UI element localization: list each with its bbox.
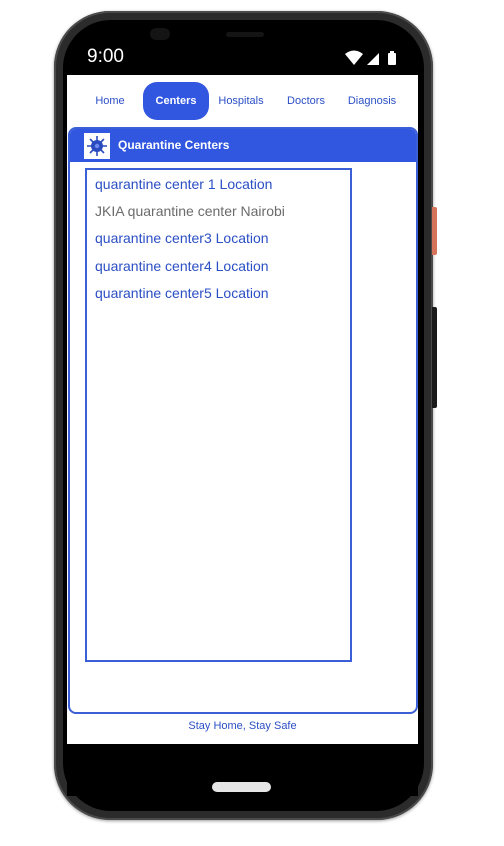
tab-centers[interactable]: Centers <box>143 82 209 120</box>
front-camera <box>150 28 170 40</box>
list-item[interactable]: JKIA quarantine center Nairobi <box>95 203 285 219</box>
tab-doctors[interactable]: Doctors <box>279 82 333 120</box>
card-title: Quarantine Centers <box>118 138 230 152</box>
footer-text: Stay Home, Stay Safe <box>188 720 297 732</box>
list-item[interactable]: quarantine center3 Location <box>95 230 269 246</box>
tab-hospitals[interactable]: Hospitals <box>211 82 271 120</box>
cellular-signal-icon <box>367 53 379 65</box>
app-screen: Home Centers Hospitals Doctors Diagnosis <box>67 75 418 744</box>
top-nav: Home Centers Hospitals Doctors Diagnosis <box>67 75 418 125</box>
quarantine-centers-card: Quarantine Centers quarantine center 1 L… <box>68 127 418 714</box>
list-item[interactable]: quarantine center 1 Location <box>95 176 272 192</box>
list-item[interactable]: quarantine center4 Location <box>95 258 269 274</box>
card-header: Quarantine Centers <box>70 129 416 162</box>
power-button <box>432 207 437 255</box>
status-time: 9:00 <box>87 46 124 67</box>
battery-icon <box>388 51 396 65</box>
tab-diagnosis[interactable]: Diagnosis <box>342 82 402 120</box>
volume-button <box>432 307 437 408</box>
wifi-icon <box>345 50 363 65</box>
earpiece-speaker <box>226 32 264 37</box>
home-gesture-pill[interactable] <box>212 782 271 792</box>
list-item[interactable]: quarantine center5 Location <box>95 285 269 301</box>
centers-list[interactable]: quarantine center 1 Location JKIA quaran… <box>85 168 352 662</box>
status-icons <box>345 50 396 65</box>
tab-home[interactable]: Home <box>81 82 139 120</box>
virus-logo-icon <box>84 133 110 159</box>
